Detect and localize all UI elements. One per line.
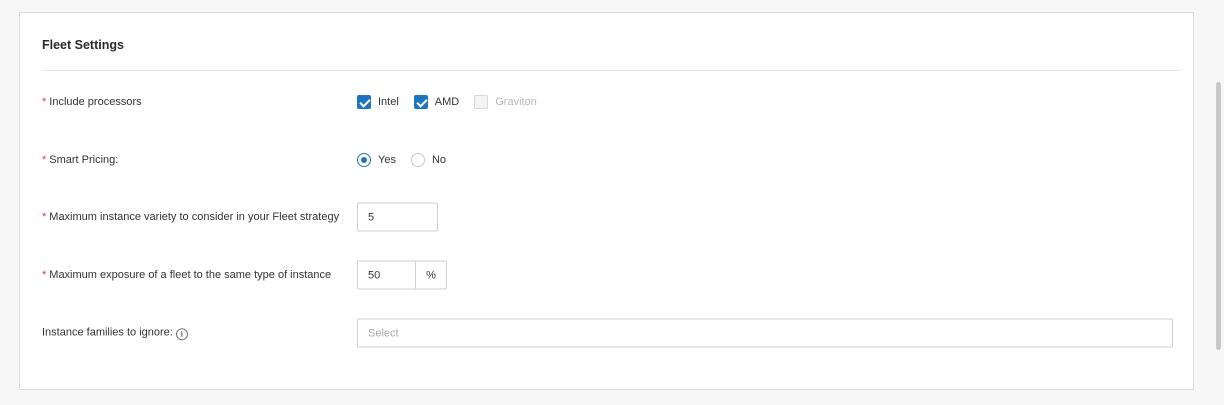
checkbox-intel-label: Intel [378,96,399,108]
include-processors-row: * Include processors Intel AMD Graviton [42,87,1193,117]
checkbox-intel[interactable]: Intel [357,95,399,109]
radio-no[interactable]: No [410,153,447,167]
radio-no-label: No [431,154,447,166]
max-exposure-row: * Maximum exposure of a fleet to the same… [42,260,1193,290]
required-asterisk: * [42,96,47,108]
max-exposure-label: * Maximum exposure of a fleet to the same… [42,269,332,281]
fleet-settings-card: Fleet Settings * Include processors Intel… [19,12,1194,390]
radio-yes-circle[interactable] [357,153,371,167]
ignore-families-label: Instance families to ignore: i [42,326,188,340]
percent-addon: % [416,261,446,289]
required-asterisk: * [42,269,47,281]
max-variety-input[interactable] [357,202,438,232]
required-asterisk: * [42,211,47,223]
max-exposure-input[interactable] [358,261,416,289]
max-variety-label: * Maximum instance variety to consider in… [42,211,340,223]
checkbox-amd-box[interactable] [413,95,428,109]
smart-pricing-row: * Smart Pricing: Yes No [42,145,1193,175]
select-placeholder: Select [368,327,399,339]
ignore-families-control: Select [357,318,1173,348]
divider [42,70,1181,71]
checkbox-amd-label: AMD [434,96,460,108]
info-icon[interactable]: i [175,327,188,340]
checkbox-intel-box[interactable] [357,95,371,109]
checkbox-graviton-label: Graviton [495,96,537,108]
page-scrollbar[interactable] [1216,82,1221,350]
checkbox-graviton-box [474,95,489,109]
max-variety-control [357,202,438,232]
radio-yes-label: Yes [378,154,396,166]
ignore-families-row: Instance families to ignore: i Select [42,318,1193,348]
instance-families-select[interactable]: Select [357,318,1173,348]
card-title: Fleet Settings [42,38,124,52]
max-exposure-control: % [357,260,447,290]
radio-yes[interactable]: Yes [357,153,396,167]
include-processors-label: * Include processors [42,96,142,108]
required-asterisk: * [42,154,47,166]
checkbox-graviton: Graviton [474,95,537,109]
smart-pricing-label: * Smart Pricing: [42,154,119,166]
max-variety-row: * Maximum instance variety to consider in… [42,202,1193,232]
smart-pricing-radio-group: Yes No [357,153,461,167]
processors-checkbox-group: Intel AMD Graviton [357,95,552,109]
max-exposure-input-group: % [357,260,447,290]
radio-no-circle[interactable] [410,153,425,167]
checkbox-amd[interactable]: AMD [413,95,460,109]
